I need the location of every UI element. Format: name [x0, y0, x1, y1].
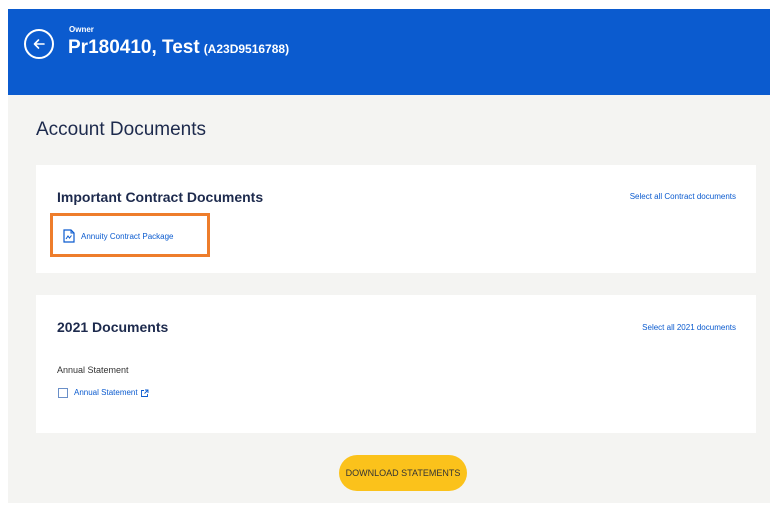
page-header: Owner Pr180410, Test (A23D9516788)	[8, 9, 770, 95]
contract-documents-title: Important Contract Documents	[57, 189, 264, 205]
annuity-contract-package-link[interactable]: Annuity Contract Package	[63, 229, 174, 243]
app-frame: Owner Pr180410, Test (A23D9516788) Accoun…	[8, 9, 770, 503]
document-icon	[63, 229, 75, 243]
annual-statement-link[interactable]: Annual Statement	[74, 388, 149, 397]
arrow-left-icon	[33, 39, 45, 49]
download-statements-button[interactable]: DOWNLOAD STATEMENTS	[339, 455, 467, 491]
annual-statement-group-label: Annual Statement	[57, 365, 129, 375]
external-link-icon	[140, 389, 149, 397]
select-all-year-documents-link[interactable]: Select all 2021 documents	[642, 323, 736, 332]
annual-statement-row: Annual Statement	[58, 388, 149, 398]
owner-name-line: Pr180410, Test (A23D9516788)	[68, 37, 289, 59]
year-documents-title: 2021 Documents	[57, 319, 169, 335]
select-all-contract-documents-link[interactable]: Select all Contract documents	[630, 192, 736, 201]
annual-statement-checkbox[interactable]	[58, 388, 68, 398]
annuity-contract-package-label: Annuity Contract Package	[81, 231, 174, 241]
contract-documents-card: Important Contract Documents Select all …	[36, 165, 756, 273]
back-button[interactable]	[24, 29, 54, 59]
page-title: Account Documents	[36, 119, 207, 140]
annual-statement-label: Annual Statement	[74, 388, 138, 398]
year-documents-card: 2021 Documents Select all 2021 documents…	[36, 295, 756, 433]
owner-label: Owner	[69, 25, 94, 34]
owner-name: Pr180410, Test	[68, 37, 200, 58]
owner-account-id: (A23D9516788)	[203, 42, 290, 56]
